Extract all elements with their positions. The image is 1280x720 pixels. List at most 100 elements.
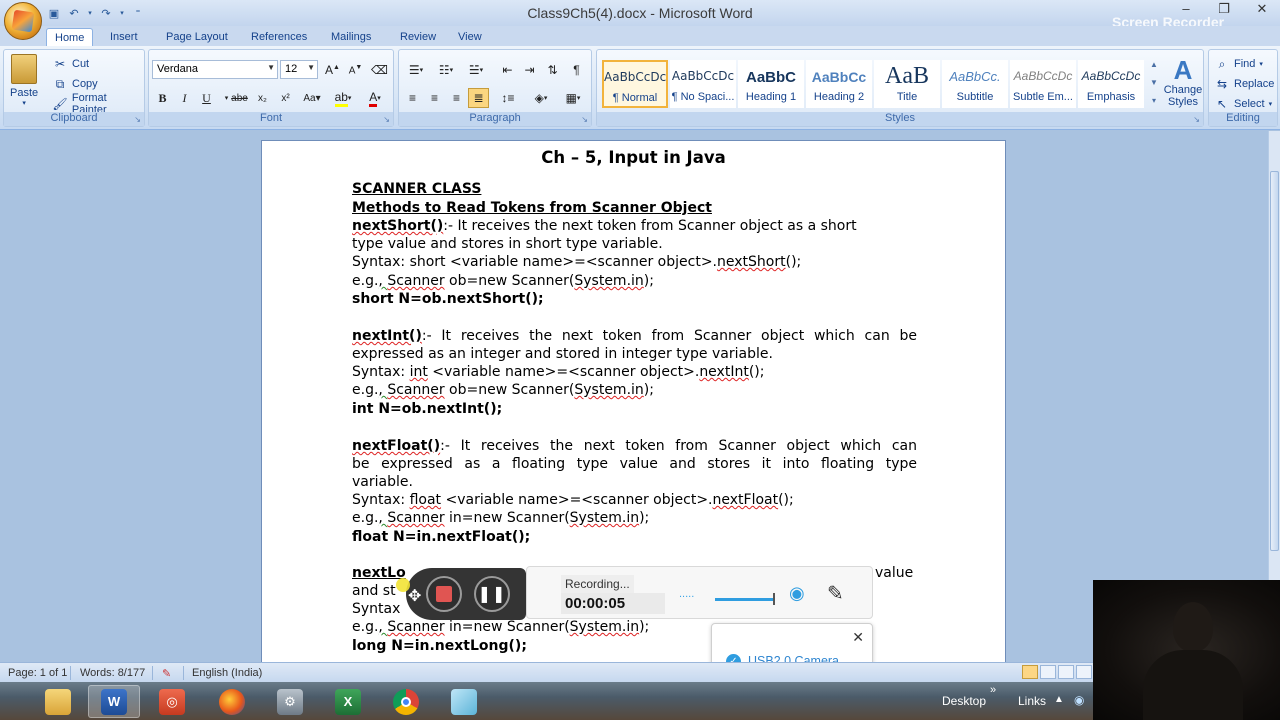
minimize-icon[interactable]: –: [1174, 1, 1198, 17]
borders-button[interactable]: ▦ ▾: [559, 88, 587, 108]
subscript-button[interactable]: x₂: [252, 88, 273, 108]
status-separator: [183, 666, 184, 680]
desktop-toolbar[interactable]: Desktop: [942, 694, 986, 708]
webcam-icon[interactable]: ◉: [789, 583, 805, 604]
gallery-more-icon[interactable]: ▾: [1148, 92, 1160, 110]
strikethrough-button[interactable]: abe: [229, 88, 250, 108]
style-emphasis[interactable]: AaBbCcDc Emphasis: [1078, 60, 1144, 108]
style-title[interactable]: AaB Title: [874, 60, 940, 108]
style-heading-2[interactable]: AaBbCc Heading 2: [806, 60, 872, 108]
web-layout-icon[interactable]: [1058, 665, 1074, 679]
select-button[interactable]: ↖ Select ▾: [1214, 95, 1272, 113]
change-styles-button[interactable]: A Change Styles: [1163, 56, 1203, 108]
proofing-icon[interactable]: ✎: [162, 667, 171, 680]
sort-button[interactable]: ⇅: [542, 60, 563, 80]
restore-icon[interactable]: ❐: [1212, 1, 1236, 17]
pencil-icon[interactable]: ✎: [827, 581, 844, 606]
italic-button[interactable]: I: [174, 88, 195, 108]
editing-group-label: Editing: [1209, 112, 1277, 126]
shading-button[interactable]: ◈ ▾: [527, 88, 555, 108]
volume-slider-handle[interactable]: [773, 593, 775, 605]
styles-launcher-icon[interactable]: ↘: [1193, 115, 1200, 124]
volume-slider[interactable]: [715, 598, 773, 601]
underline-button[interactable]: U: [196, 88, 217, 108]
tab-mailings[interactable]: Mailings: [323, 28, 379, 47]
page-count[interactable]: Page: 1 of 1: [8, 667, 67, 679]
gallery-scroll[interactable]: ▲ ▼ ▾: [1148, 56, 1160, 112]
style-heading-1[interactable]: AaBbC Heading 1: [738, 60, 804, 108]
multilevel-list-button[interactable]: ☱ ▾: [462, 60, 490, 80]
print-layout-icon[interactable]: [1022, 665, 1038, 679]
taskbar-excel[interactable]: X: [322, 685, 374, 718]
tab-insert[interactable]: Insert: [102, 28, 146, 47]
font-color-button[interactable]: A ▾: [361, 88, 389, 108]
tab-view[interactable]: View: [450, 28, 490, 47]
tab-page-layout[interactable]: Page Layout: [158, 28, 236, 47]
scroll-down-icon[interactable]: ▼: [1148, 74, 1160, 92]
taskbar-chrome[interactable]: [380, 685, 432, 718]
shrink-font-button[interactable]: A▼: [345, 60, 366, 80]
view-buttons: [1022, 665, 1092, 679]
taskbar-recorder-app[interactable]: ◎: [146, 685, 198, 718]
increase-indent-button[interactable]: ⇥: [519, 60, 540, 80]
taskbar-tool[interactable]: ⚙: [264, 685, 316, 718]
tab-home[interactable]: Home: [46, 28, 94, 47]
bullets-button[interactable]: ☰ ▾: [402, 60, 430, 80]
style-subtle-emphasis[interactable]: AaBbCcDc Subtle Em...: [1010, 60, 1076, 108]
chevron-down-icon: ▾: [224, 95, 229, 102]
pause-recording-button[interactable]: ❚❚: [474, 576, 510, 612]
draft-icon[interactable]: [1076, 665, 1092, 679]
links-toolbar[interactable]: Links: [1018, 694, 1046, 708]
cut-button[interactable]: ✂ Cut: [52, 55, 89, 73]
paragraph-launcher-icon[interactable]: ↘: [581, 115, 588, 124]
align-center-button[interactable]: ≡: [424, 88, 445, 108]
find-button[interactable]: ⌕ Find ▾: [1214, 55, 1263, 73]
taskbar-word[interactable]: W: [88, 685, 140, 718]
show-marks-button[interactable]: ¶: [566, 60, 587, 80]
decrease-indent-button[interactable]: ⇤: [497, 60, 518, 80]
align-right-button[interactable]: ≡: [446, 88, 467, 108]
tray-icon[interactable]: ◉: [1074, 693, 1084, 707]
bullet-list-icon: ☰: [408, 63, 420, 77]
paste-dropdown-icon[interactable]: ▾: [22, 99, 26, 107]
bold-button[interactable]: B: [152, 88, 173, 108]
tab-review[interactable]: Review: [392, 28, 444, 47]
tab-references[interactable]: References: [243, 28, 315, 47]
font-size-combo[interactable]: 12 ▼: [280, 60, 318, 79]
stop-recording-button[interactable]: [426, 576, 462, 612]
align-left-button[interactable]: ≡: [402, 88, 423, 108]
taskbar-firefox[interactable]: [206, 685, 258, 718]
clear-formatting-button[interactable]: ⌫: [369, 60, 390, 80]
copy-button[interactable]: ⧉ Copy: [52, 75, 98, 93]
grow-font-button[interactable]: A▲: [322, 60, 343, 80]
numbering-button[interactable]: ☷ ▾: [432, 60, 460, 80]
paint-bucket-icon: ◈: [534, 91, 544, 105]
replace-button[interactable]: ⇆ Replace: [1214, 75, 1274, 93]
close-icon[interactable]: ✕: [1250, 1, 1274, 17]
scrollbar-thumb[interactable]: [1270, 171, 1279, 551]
superscript-button[interactable]: x²: [275, 88, 296, 108]
font-name-combo[interactable]: Verdana ▼: [152, 60, 278, 79]
format-painter-button[interactable]: 🖌 Format Painter: [52, 92, 144, 116]
style-no-spacing[interactable]: AaBbCcDc ¶ No Spaci...: [670, 60, 736, 108]
highlight-button[interactable]: ab ▾: [329, 88, 357, 108]
editing-group: ⌕ Find ▾ ⇆ Replace ↖ Select ▾ Editing: [1208, 49, 1278, 127]
close-icon[interactable]: ✕: [852, 629, 864, 646]
paste-button[interactable]: Paste ▾: [10, 54, 38, 107]
word-count[interactable]: Words: 8/177: [80, 667, 145, 679]
language[interactable]: English (India): [192, 667, 262, 679]
style-normal[interactable]: AaBbCcDc ¶ Normal: [602, 60, 668, 108]
justify-button[interactable]: ≣: [468, 88, 489, 108]
clipboard-launcher-icon[interactable]: ↘: [134, 115, 141, 124]
change-case-button[interactable]: Aa▾: [299, 88, 325, 108]
full-screen-reading-icon[interactable]: [1040, 665, 1056, 679]
chevron-up-icon[interactable]: ▲: [1054, 694, 1064, 705]
taskbar-notes[interactable]: [438, 685, 490, 718]
office-button[interactable]: [4, 2, 42, 40]
style-subtitle[interactable]: AaBbCc. Subtitle: [942, 60, 1008, 108]
chevron-right-icon[interactable]: »: [990, 684, 996, 696]
line-spacing-button[interactable]: ↕≡: [495, 88, 521, 108]
taskbar-file-explorer[interactable]: [32, 685, 84, 718]
scroll-up-icon[interactable]: ▲: [1148, 56, 1160, 74]
font-launcher-icon[interactable]: ↘: [383, 115, 390, 124]
